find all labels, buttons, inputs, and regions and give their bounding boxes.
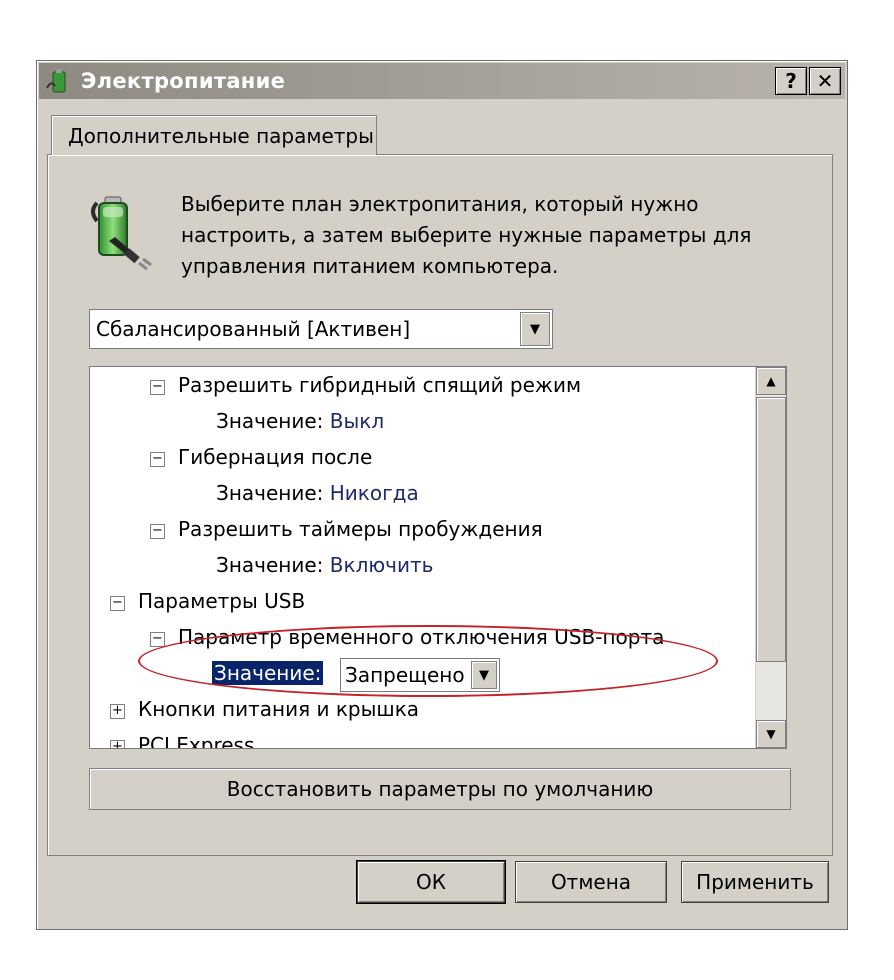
- collapse-icon[interactable]: −: [110, 596, 125, 611]
- collapse-icon[interactable]: −: [150, 524, 165, 539]
- close-button[interactable]: ✕: [809, 67, 841, 95]
- title-bar[interactable]: Электропитание ? ✕: [39, 63, 845, 99]
- tree-value-hibernate-after[interactable]: Значение: Никогда: [216, 481, 419, 505]
- value-label: Значение:: [216, 481, 324, 505]
- window-title: Электропитание: [81, 69, 286, 93]
- collapse-icon[interactable]: −: [150, 632, 165, 647]
- power-app-icon: [46, 69, 66, 93]
- tree-item-label: Параметры USB: [138, 589, 306, 613]
- collapse-icon[interactable]: −: [150, 452, 165, 467]
- scroll-up-icon[interactable]: ▲: [756, 367, 786, 395]
- expand-icon[interactable]: +: [110, 740, 125, 748]
- tree-scrollbar[interactable]: ▲ ▼: [755, 367, 786, 748]
- tree-item-label: Разрешить гибридный спящий режим: [178, 373, 582, 397]
- tab-advanced-settings[interactable]: Дополнительные параметры: [51, 115, 377, 155]
- chevron-down-icon[interactable]: ▼: [520, 312, 550, 346]
- value-text: Включить: [329, 553, 434, 577]
- tree-value-hybrid-sleep[interactable]: Значение: Выкл: [216, 409, 384, 433]
- scroll-thumb[interactable]: [756, 397, 786, 662]
- collapse-icon[interactable]: −: [150, 380, 165, 395]
- tree-item-label: Кнопки питания и крышка: [138, 697, 420, 721]
- value-text: Выкл: [329, 409, 385, 433]
- tree-item-label: PCI Express: [138, 733, 255, 749]
- power-plan-select-value: Сбалансированный [Активен]: [96, 317, 411, 341]
- description-text: Выберите план электропитания, который ну…: [181, 192, 752, 278]
- scroll-down-icon[interactable]: ▼: [756, 720, 786, 748]
- power-options-dialog: Электропитание ? ✕ Дополнительные параме…: [36, 60, 848, 930]
- value-label: Значение:: [216, 553, 324, 577]
- settings-tree[interactable]: − Разрешить гибридный спящий режим Значе…: [89, 366, 787, 749]
- value-label: Значение:: [216, 409, 324, 433]
- tab-label: Дополнительные параметры: [68, 123, 374, 148]
- expand-icon[interactable]: +: [110, 704, 125, 719]
- tree-item-label: Разрешить таймеры пробуждения: [178, 517, 543, 541]
- value-text: Никогда: [329, 481, 419, 505]
- highlight-oval: [138, 625, 718, 697]
- battery-plug-icon: [91, 196, 152, 271]
- ok-button[interactable]: ОК: [356, 860, 506, 904]
- tree-value-wake-timers[interactable]: Значение: Включить: [216, 553, 433, 577]
- cancel-button[interactable]: Отмена: [515, 861, 667, 903]
- tree-item-label: Гибернация после: [178, 445, 373, 469]
- apply-button[interactable]: Применить: [681, 861, 829, 903]
- help-button[interactable]: ?: [775, 67, 807, 95]
- restore-defaults-button[interactable]: Восстановить параметры по умолчанию: [89, 768, 791, 810]
- power-plan-select[interactable]: Сбалансированный [Активен] ▼: [89, 309, 553, 349]
